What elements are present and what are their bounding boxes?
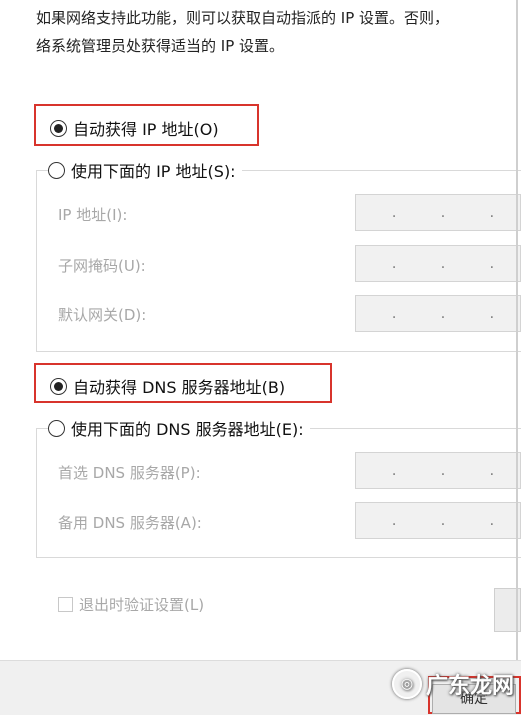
preferred-dns-label: 首选 DNS 服务器(P):	[58, 464, 201, 482]
auto-dns-radio-row[interactable]: 自动获得 DNS 服务器地址(B)	[50, 374, 285, 398]
validate-settings-row[interactable]: 退出时验证设置(L)	[58, 594, 204, 615]
manual-ip-radio-row[interactable]: 使用下面的 IP 地址(S):	[48, 158, 242, 182]
watermark-text: 广东龙网	[426, 674, 515, 699]
auto-ip-label: 自动获得 IP 地址(O)	[73, 120, 219, 139]
auto-dns-label: 自动获得 DNS 服务器地址(B)	[73, 378, 286, 397]
alternate-dns-label: 备用 DNS 服务器(A):	[58, 514, 202, 532]
validate-settings-label: 退出时验证设置(L)	[79, 596, 205, 614]
radio-selected-dot	[54, 381, 63, 391]
ip-address-input[interactable]: . . .	[355, 194, 521, 231]
subnet-mask-value: . . .	[391, 255, 515, 272]
radio-selected-dot	[54, 123, 63, 133]
manual-dns-label: 使用下面的 DNS 服务器地址(E):	[71, 420, 304, 439]
window-edge	[516, 0, 518, 660]
validate-settings-checkbox[interactable]	[58, 597, 73, 612]
default-gateway-input[interactable]: . . .	[355, 295, 521, 332]
description-line-1: 如果网络支持此功能，则可以获取自动指派的 IP 设置。否则，	[36, 9, 450, 27]
ip-address-value: . . .	[391, 204, 515, 221]
preferred-dns-input[interactable]: . . .	[355, 452, 521, 489]
manual-dns-radio[interactable]	[48, 419, 65, 437]
ip-address-label: IP 地址(I):	[58, 206, 128, 224]
auto-dns-radio[interactable]	[50, 377, 67, 395]
manual-dns-radio-row[interactable]: 使用下面的 DNS 服务器地址(E):	[48, 416, 310, 440]
alternate-dns-value: . . .	[391, 512, 515, 529]
default-gateway-value: . . .	[391, 305, 515, 322]
subnet-mask-label: 子网掩码(U):	[58, 257, 146, 275]
auto-ip-radio-row[interactable]: 自动获得 IP 地址(O)	[50, 116, 219, 140]
description-line-2: 络系统管理员处获得适当的 IP 设置。	[36, 37, 285, 55]
watermark: ◎ 广东龙网	[392, 668, 514, 700]
subnet-mask-input[interactable]: . . .	[355, 245, 521, 282]
preferred-dns-value: . . .	[391, 462, 515, 479]
manual-ip-label: 使用下面的 IP 地址(S):	[71, 162, 236, 181]
auto-ip-radio[interactable]	[50, 119, 67, 137]
ip-properties-dialog: 如果网络支持此功能，则可以获取自动指派的 IP 设置。否则， 络系统管理员处获得…	[0, 0, 521, 715]
alternate-dns-input[interactable]: . . .	[355, 502, 521, 539]
description-text: 如果网络支持此功能，则可以获取自动指派的 IP 设置。否则， 络系统管理员处获得…	[36, 4, 516, 60]
circle-logo-icon: ◎	[392, 669, 422, 699]
default-gateway-label: 默认网关(D):	[58, 306, 147, 324]
manual-ip-radio[interactable]	[48, 161, 65, 179]
